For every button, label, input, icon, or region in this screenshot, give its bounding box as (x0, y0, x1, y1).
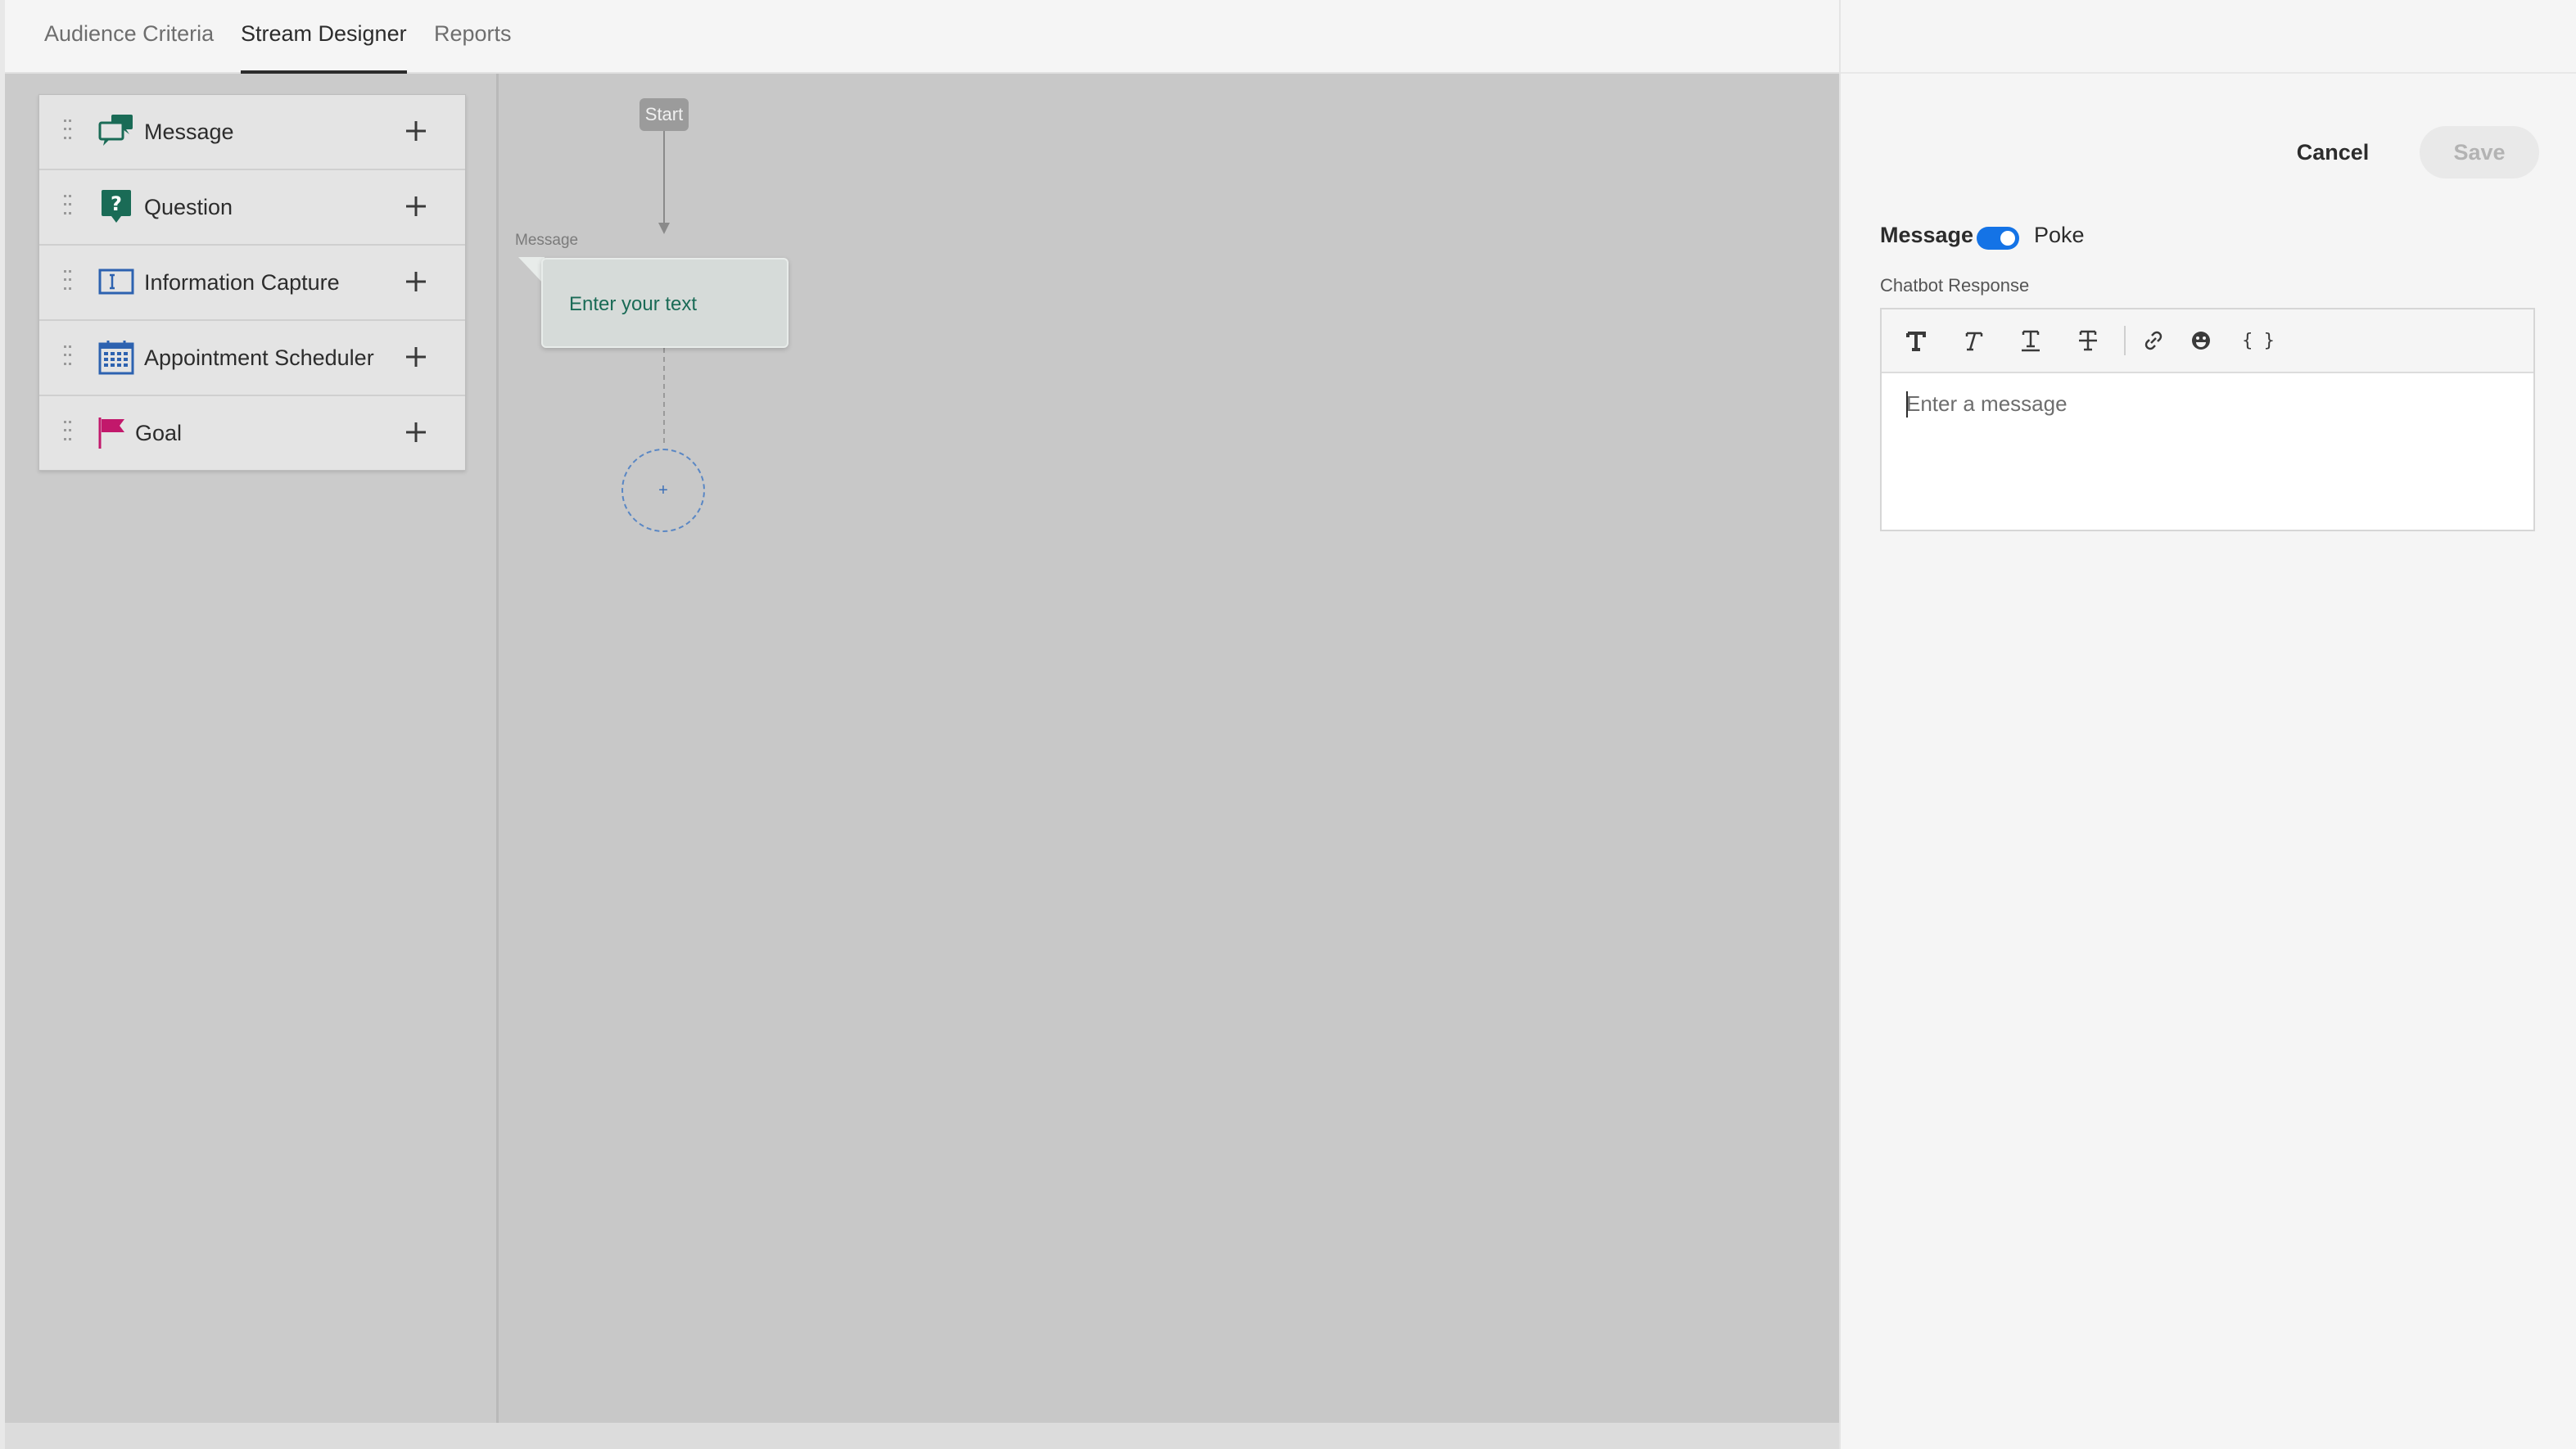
palette-item-label: Goal (135, 421, 183, 445)
palette-item-label: Appointment Scheduler (144, 345, 374, 370)
palette-item-information-capture[interactable]: Information Capture (39, 246, 465, 321)
drag-handle-icon[interactable] (64, 270, 72, 293)
start-node[interactable]: Start (639, 98, 689, 131)
toolbar-separator (2124, 326, 2126, 355)
panel-divider (1841, 72, 2576, 74)
palette-item-appointment-scheduler[interactable]: Appointment Scheduler (39, 321, 465, 396)
poke-toggle-label: Poke (2034, 223, 2085, 247)
palette-item-question[interactable]: ? Question (39, 170, 465, 246)
palette-item-message[interactable]: Message (39, 95, 465, 170)
strikethrough-icon[interactable] (2070, 323, 2106, 359)
chatbot-response-label: Chatbot Response (1880, 275, 2030, 296)
add-icon[interactable] (400, 115, 432, 147)
italic-icon[interactable] (1955, 323, 1991, 359)
add-node-button[interactable]: + (621, 449, 705, 532)
palette-item-label: Message (144, 120, 234, 144)
add-icon[interactable] (400, 341, 432, 373)
palette-item-label: Information Capture (144, 270, 340, 295)
node-caption: Message (515, 232, 579, 249)
tab-audience-criteria[interactable]: Audience Criteria (44, 0, 214, 72)
add-icon[interactable] (400, 265, 432, 298)
link-icon[interactable] (2135, 323, 2172, 359)
palette-item-goal[interactable]: Goal (39, 396, 465, 470)
message-input[interactable]: Enter a message (1906, 391, 2068, 417)
rich-text-editor: { } Enter a message (1880, 308, 2535, 531)
tab-bar: Audience Criteria Stream Designer Report… (5, 0, 1839, 74)
drag-handle-icon[interactable] (64, 421, 72, 444)
information-capture-icon (98, 269, 134, 295)
save-button[interactable]: Save (2420, 126, 2539, 178)
message-icon (98, 115, 133, 146)
horizontal-scrollbar[interactable] (5, 1423, 1839, 1449)
add-icon[interactable] (400, 416, 432, 449)
drag-handle-icon[interactable] (64, 345, 72, 368)
properties-panel: Cancel Save Message Poke Chatbot Respons… (1839, 0, 2576, 1449)
flow-canvas[interactable]: Start Message Enter your text + (499, 74, 1839, 1423)
message-toggle-label: Message (1880, 223, 1974, 247)
palette-column: Message ? Question Information Capture A… (5, 74, 499, 1423)
message-node[interactable]: Enter your text (541, 258, 789, 348)
message-node-text: Enter your text (569, 293, 698, 315)
tab-reports[interactable]: Reports (434, 0, 512, 72)
emoji-icon[interactable] (2183, 323, 2219, 359)
message-poke-toggle[interactable] (1977, 227, 2019, 250)
cancel-button[interactable]: Cancel (2273, 126, 2393, 178)
variable-braces-icon[interactable]: { } (2240, 323, 2276, 359)
text-caret (1906, 391, 1908, 418)
component-palette: Message ? Question Information Capture A… (38, 94, 466, 471)
bold-icon[interactable] (1898, 323, 1934, 359)
question-icon: ? (102, 190, 131, 223)
palette-item-label: Question (144, 195, 233, 219)
flag-icon (98, 418, 124, 449)
workspace: Message ? Question Information Capture A… (5, 74, 1839, 1423)
drag-handle-icon[interactable] (64, 195, 72, 218)
drag-handle-icon[interactable] (64, 120, 72, 142)
svg-text:{ }: { } (2242, 331, 2275, 351)
tab-stream-designer[interactable]: Stream Designer (241, 0, 407, 74)
svg-text:?: ? (111, 192, 122, 215)
calendar-icon (98, 341, 134, 375)
underline-icon[interactable] (2013, 323, 2049, 359)
editor-toolbar: { } (1882, 309, 2533, 373)
add-icon[interactable] (400, 190, 432, 223)
